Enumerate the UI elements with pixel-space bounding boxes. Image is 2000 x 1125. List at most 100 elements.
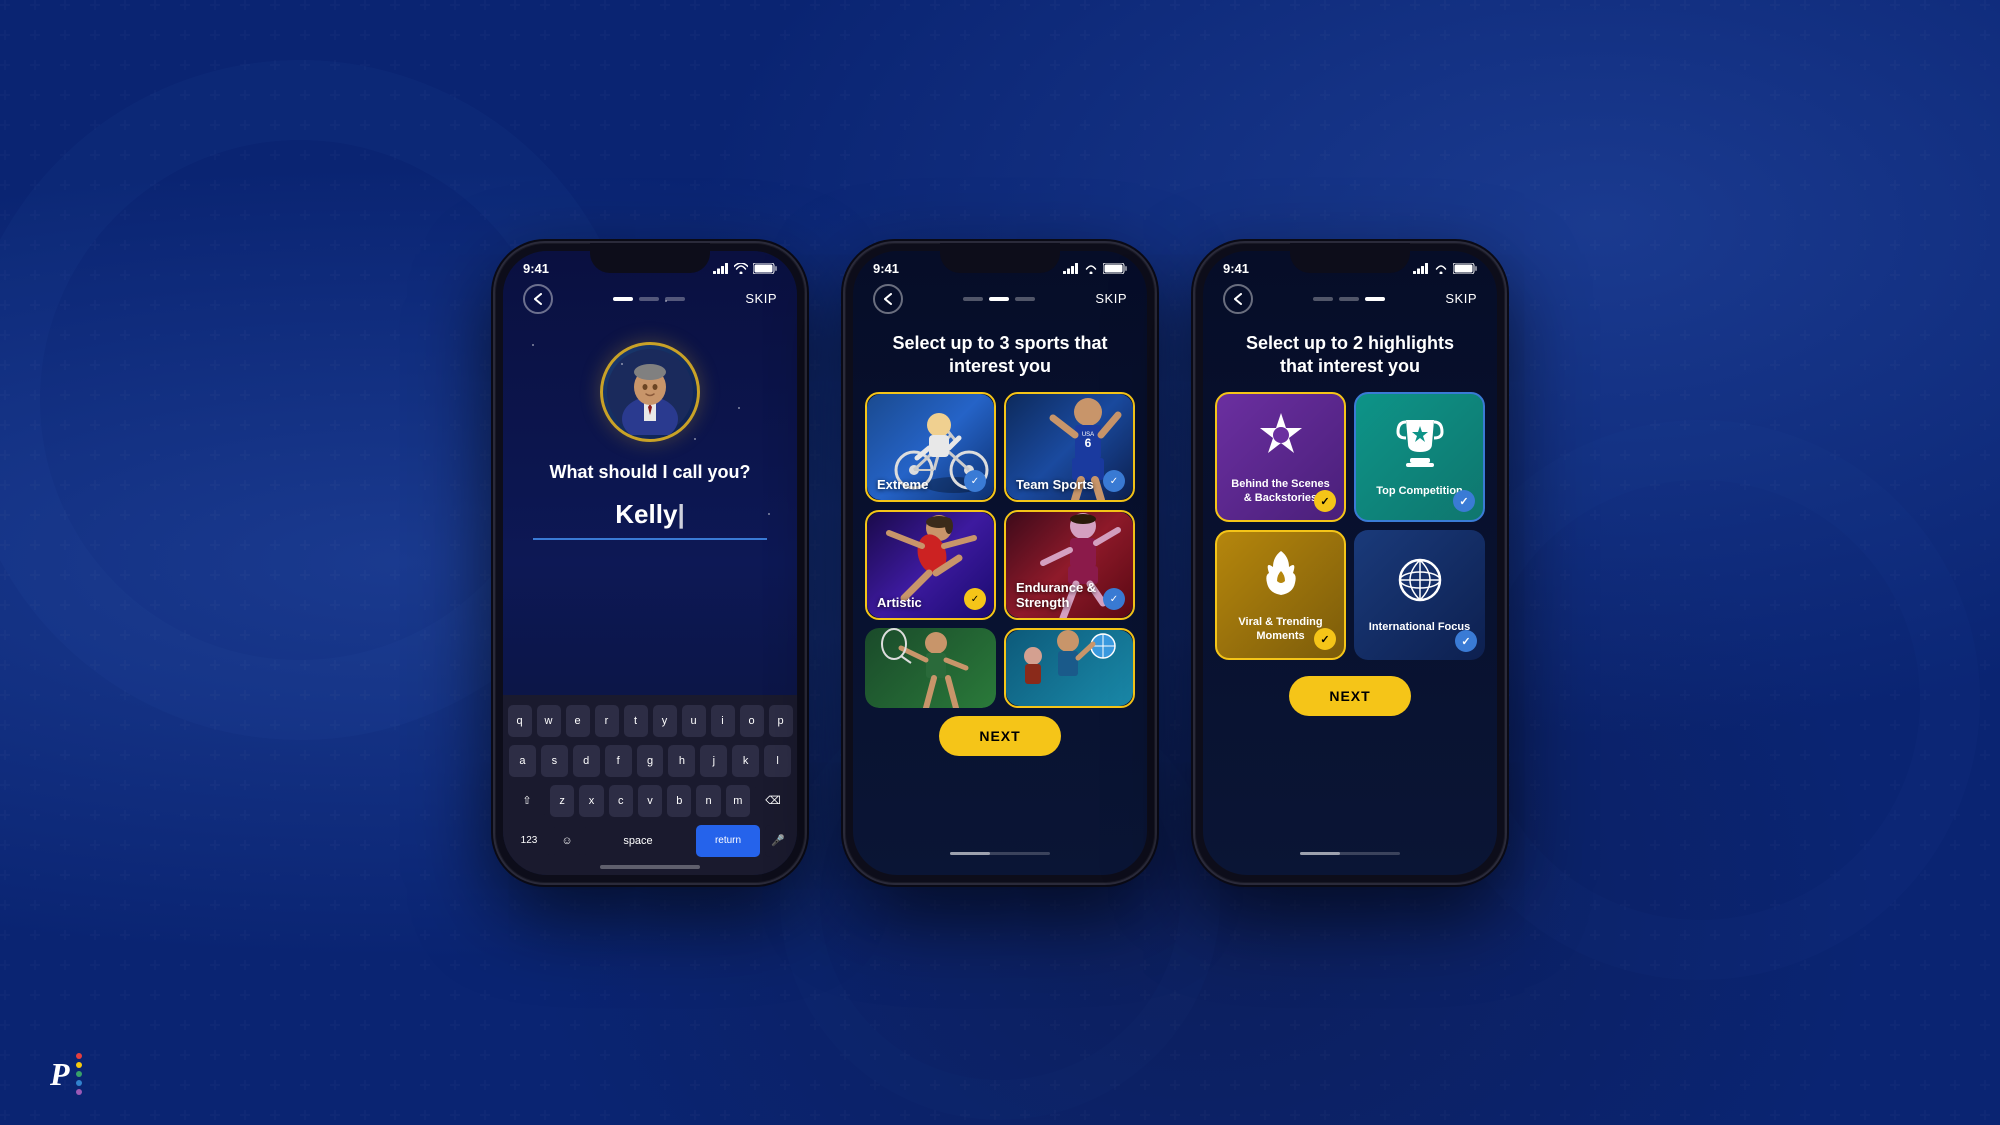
highlight-card-viral[interactable]: Viral & Trending Moments ✓	[1215, 530, 1346, 660]
highlights-grid: Behind the Scenes& Backstories ✓	[1203, 392, 1497, 660]
signal-icon-2	[1063, 263, 1079, 274]
trophy-icon	[1396, 416, 1444, 478]
key-q[interactable]: q	[508, 705, 532, 737]
dot-2-2	[989, 297, 1009, 301]
key-mic[interactable]: 🎤	[765, 825, 791, 857]
key-t[interactable]: t	[624, 705, 648, 737]
sports-grid: Extreme ✓ 6	[853, 392, 1147, 708]
sport-card-racquet[interactable]	[865, 628, 996, 708]
key-space[interactable]: space	[585, 825, 691, 857]
name-display[interactable]: Kelly|	[533, 499, 767, 540]
sport-card-artistic[interactable]: Artistic ✓	[865, 510, 996, 620]
phone-2-status-icons	[1063, 263, 1127, 274]
logo-letter: P	[50, 1056, 70, 1093]
sport-card-teamsports[interactable]: 6 USA Te	[1004, 392, 1135, 502]
sports-title: Select up to 3 sports that interest you	[853, 322, 1147, 393]
key-p[interactable]: p	[769, 705, 793, 737]
star-icon	[1255, 409, 1307, 461]
key-m[interactable]: m	[726, 785, 750, 817]
keyboard-row-4: 123 ☺ space return 🎤	[509, 825, 791, 857]
key-emoji[interactable]: ☺	[554, 825, 580, 857]
dot-2	[639, 297, 659, 301]
key-n[interactable]: n	[696, 785, 720, 817]
key-return[interactable]: return	[696, 825, 760, 857]
key-w[interactable]: w	[537, 705, 561, 737]
key-a[interactable]: a	[509, 745, 536, 777]
highlight-card-behind-scenes[interactable]: Behind the Scenes& Backstories ✓	[1215, 392, 1346, 522]
highlights-title: Select up to 2 highlights that interest …	[1203, 322, 1497, 393]
key-delete[interactable]: ⌫	[755, 785, 791, 817]
skip-button-3[interactable]: SKIP	[1445, 291, 1477, 306]
dot-2-3	[1015, 297, 1035, 301]
key-e[interactable]: e	[566, 705, 590, 737]
water-figure	[1013, 628, 1133, 706]
sports-next-button[interactable]: NEXT	[939, 716, 1060, 756]
phone-1-notch	[590, 243, 710, 273]
phone-1-content: 9:41	[503, 251, 797, 875]
back-button-1[interactable]	[523, 284, 553, 314]
key-v[interactable]: v	[638, 785, 662, 817]
highlight-card-top-competition[interactable]: Top Competition ✓	[1354, 392, 1485, 522]
key-o[interactable]: o	[740, 705, 764, 737]
racquet-bg	[865, 628, 996, 708]
skip-button-2[interactable]: SKIP	[1095, 291, 1127, 306]
skip-button-1[interactable]: SKIP	[745, 291, 777, 306]
key-c[interactable]: c	[609, 785, 633, 817]
name-question: What should I call you?	[503, 462, 797, 483]
dot-3	[665, 297, 685, 301]
sport-card-extreme[interactable]: Extreme ✓	[865, 392, 996, 502]
water-bg	[1006, 630, 1133, 706]
key-x[interactable]: x	[579, 785, 603, 817]
key-shift[interactable]: ⇧	[509, 785, 545, 817]
dot-3-2	[1339, 297, 1359, 301]
signal-icon-3	[1413, 263, 1429, 274]
key-d[interactable]: d	[573, 745, 600, 777]
sport-card-endurance[interactable]: Endurance & Strength ✓	[1004, 510, 1135, 620]
racquet-figure	[876, 628, 996, 708]
globe-svg	[1396, 556, 1444, 604]
phone-3-time: 9:41	[1223, 261, 1249, 276]
phone-3-content: 9:41	[1203, 251, 1497, 875]
key-y[interactable]: y	[653, 705, 677, 737]
scroll-thumb-3	[1300, 852, 1340, 855]
key-j[interactable]: j	[700, 745, 727, 777]
battery-icon-3	[1453, 263, 1477, 274]
key-s[interactable]: s	[541, 745, 568, 777]
key-k[interactable]: k	[732, 745, 759, 777]
key-h[interactable]: h	[668, 745, 695, 777]
phone-2-nav: SKIP	[853, 276, 1147, 322]
keyboard-row-2: a s d f g h j k l	[509, 745, 791, 777]
key-b[interactable]: b	[667, 785, 691, 817]
key-g[interactable]: g	[637, 745, 664, 777]
key-u[interactable]: u	[682, 705, 706, 737]
scroll-bar-3	[1300, 852, 1400, 855]
key-l[interactable]: l	[764, 745, 791, 777]
phone-2-time: 9:41	[873, 261, 899, 276]
sport-card-water[interactable]	[1004, 628, 1135, 708]
signal-icon	[713, 263, 729, 274]
flame-icon	[1259, 547, 1303, 609]
back-button-2[interactable]	[873, 284, 903, 314]
key-f[interactable]: f	[605, 745, 632, 777]
battery-icon-2	[1103, 263, 1127, 274]
phone-1-time: 9:41	[523, 261, 549, 276]
dot-3-3	[1365, 297, 1385, 301]
key-z[interactable]: z	[550, 785, 574, 817]
viral-check: ✓	[1314, 628, 1336, 650]
key-123[interactable]: 123	[509, 825, 549, 857]
highlight-card-international[interactable]: International Focus ✓	[1354, 530, 1485, 660]
back-button-3[interactable]	[1223, 284, 1253, 314]
highlights-next-button[interactable]: NEXT	[1289, 676, 1410, 716]
phone-2-screen: 9:41	[853, 251, 1147, 875]
extreme-label: Extreme	[877, 477, 928, 492]
avatar-container	[503, 322, 797, 442]
progress-dots-3	[1313, 297, 1385, 301]
logo-dot-purple	[76, 1089, 82, 1095]
logo-dots	[76, 1053, 82, 1095]
key-i[interactable]: i	[711, 705, 735, 737]
logo-dot-green	[76, 1071, 82, 1077]
key-r[interactable]: r	[595, 705, 619, 737]
phone-1-nav: SKIP	[503, 276, 797, 322]
phone-3-screen: 9:41	[1203, 251, 1497, 875]
logo-dot-blue	[76, 1080, 82, 1086]
